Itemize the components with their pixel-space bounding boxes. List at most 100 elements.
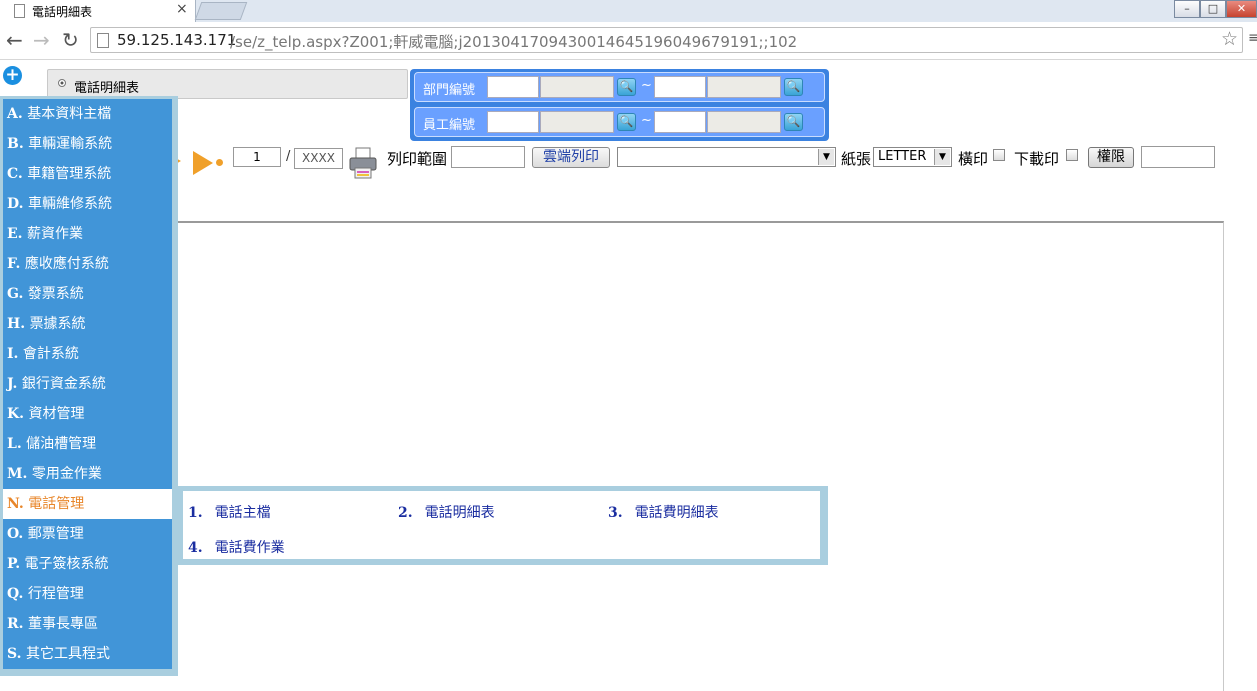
print-range-label: 列印範圍 <box>387 150 448 168</box>
download-print-label: 下載印 <box>1014 150 1060 168</box>
url-input[interactable]: 59.125.143.171 /se/z_telp.aspx?Z001;軒威電腦… <box>90 27 1243 53</box>
page-total: XXXX <box>294 148 343 169</box>
sidebar-item[interactable]: A. 基本資料主檔 <box>3 99 172 129</box>
submenu-list: 1. 電話主檔 2. 電話明細表 3. 電話費明細表 4. 電話費作業 <box>183 491 820 559</box>
close-icon[interactable]: × <box>176 1 188 17</box>
sidebar-item-key: E. <box>7 226 23 242</box>
window-close-button[interactable]: ✕ <box>1226 0 1257 18</box>
sidebar-item[interactable]: Q. 行程管理 <box>3 579 172 609</box>
emp-from-input[interactable] <box>487 111 539 133</box>
printer-icon[interactable] <box>348 146 378 180</box>
sidebar-item-label: 其它工具程式 <box>25 646 110 662</box>
sidebar-menu: A. 基本資料主檔 B. 車輛運輸系統 C. 車籍管理系統 D. 車輛維修系統 E. 薪… <box>0 96 178 676</box>
dept-from-input[interactable] <box>487 76 539 98</box>
sidebar-item-label: 零用金作業 <box>31 466 102 482</box>
sidebar-item[interactable]: E. 薪資作業 <box>3 219 172 249</box>
sidebar-item[interactable]: C. 車籍管理系統 <box>3 159 172 189</box>
landscape-checkbox[interactable] <box>993 149 1005 161</box>
sidebar-item-label: 車輛運輸系統 <box>28 136 113 152</box>
sidebar-item[interactable]: G. 發票系統 <box>3 279 172 309</box>
sidebar-item[interactable]: S. 其它工具程式 <box>3 639 172 669</box>
sidebar-item[interactable]: O. 郵票管理 <box>3 519 172 549</box>
emp-filter-row: 員工編號 🔍 ~ 🔍 <box>414 107 825 137</box>
tab-title: 電話明細表 <box>32 5 93 19</box>
sidebar-item[interactable]: K. 資材管理 <box>3 399 172 429</box>
print-range-input[interactable] <box>451 146 525 168</box>
search-icon[interactable]: 🔍 <box>617 78 636 96</box>
sidebar-item-label: 郵票管理 <box>27 526 84 542</box>
submenu-item-label: 電話費明細表 <box>634 505 719 521</box>
range-tilde: ~ <box>641 113 652 128</box>
next-page-arrow-icon[interactable] <box>193 151 213 175</box>
printer-select[interactable]: ▼ <box>617 147 836 167</box>
sidebar-item-label: 電子簽核系統 <box>24 556 109 572</box>
forward-arrow-icon[interactable]: → <box>33 28 50 52</box>
url-path: /se/z_telp.aspx?Z001;軒威電腦;j2013041709430… <box>230 33 798 51</box>
sidebar-item[interactable]: B. 車輛運輸系統 <box>3 129 172 159</box>
submenu-panel: 1. 電話主檔 2. 電話明細表 3. 電話費明細表 4. 電話費作業 <box>177 486 828 565</box>
last-page-dot-icon[interactable] <box>216 159 223 166</box>
submenu-item-label: 電話明細表 <box>424 505 495 521</box>
sidebar-item-label: 儲油槽管理 <box>26 436 97 452</box>
sidebar-item-key: C. <box>7 166 23 182</box>
document-icon <box>97 33 109 48</box>
reload-icon[interactable]: ↻ <box>62 28 79 52</box>
sidebar-item-key: L. <box>7 436 22 452</box>
back-arrow-icon[interactable]: ← <box>6 28 23 52</box>
sidebar-item[interactable]: H. 票據系統 <box>3 309 172 339</box>
sidebar-item[interactable]: D. 車輛維修系統 <box>3 189 172 219</box>
sidebar-item-key: R. <box>7 616 24 632</box>
sidebar-item-label: 發票系統 <box>27 286 84 302</box>
page-title-panel: 電話明細表 <box>47 69 408 99</box>
maximize-button[interactable]: □ <box>1200 0 1226 18</box>
sidebar-item[interactable]: M. 零用金作業 <box>3 459 172 489</box>
sidebar-item[interactable]: N. 電話管理 <box>3 489 172 519</box>
sidebar-item[interactable]: P. 電子簽核系統 <box>3 549 172 579</box>
cloud-print-button[interactable]: 雲端列印 <box>532 147 610 168</box>
chevron-down-icon: ▼ <box>934 149 950 165</box>
sidebar-item-key: G. <box>7 286 24 302</box>
dept-to-input[interactable] <box>654 76 706 98</box>
permission-input[interactable] <box>1141 146 1215 168</box>
add-icon[interactable]: + <box>3 66 22 85</box>
browser-tab[interactable]: 電話明細表 × <box>0 0 196 22</box>
paper-select[interactable]: LETTER ▼ <box>873 147 952 167</box>
page-number-input[interactable]: 1 <box>233 147 281 167</box>
permission-button[interactable]: 權限 <box>1088 147 1134 168</box>
browser-menu-icon[interactable]: ≡ <box>1248 30 1257 46</box>
sidebar-item-label: 車輛維修系統 <box>27 196 112 212</box>
search-icon[interactable]: 🔍 <box>784 78 803 96</box>
sidebar-item-key: N. <box>7 496 24 512</box>
sidebar-item-key: H. <box>7 316 26 332</box>
submenu-item-phone-master[interactable]: 1. 電話主檔 <box>188 502 271 522</box>
sidebar-item-key: M. <box>7 466 28 482</box>
sidebar-item[interactable]: R. 董事長專區 <box>3 609 172 639</box>
submenu-item-number: 3. <box>608 505 623 521</box>
download-print-checkbox[interactable] <box>1066 149 1078 161</box>
sidebar-item-label: 應收應付系統 <box>24 256 109 272</box>
sidebar-item-label: 電話管理 <box>28 496 85 512</box>
sidebar-item[interactable]: I. 會計系統 <box>3 339 172 369</box>
submenu-item-phone-fee-ops[interactable]: 4. 電話費作業 <box>188 537 285 557</box>
sidebar-item[interactable]: L. 儲油槽管理 <box>3 429 172 459</box>
sidebar-item[interactable]: F. 應收應付系統 <box>3 249 172 279</box>
paper-label: 紙張 <box>841 150 872 168</box>
sidebar-item-label: 資材管理 <box>28 406 85 422</box>
bullet-icon <box>58 79 66 87</box>
sidebar-item[interactable]: J. 銀行資金系統 <box>3 369 172 399</box>
address-bar: ← → ↻ 59.125.143.171 /se/z_telp.aspx?Z00… <box>0 22 1257 60</box>
dept-from-name <box>540 76 614 98</box>
sidebar-item-key: B. <box>7 136 24 152</box>
bookmark-star-icon[interactable]: ☆ <box>1221 28 1238 50</box>
new-tab-button[interactable] <box>194 2 248 20</box>
sidebar-item-label: 基本資料主檔 <box>27 106 112 122</box>
search-icon[interactable]: 🔍 <box>617 113 636 131</box>
page-title: 電話明細表 <box>74 81 140 96</box>
emp-to-input[interactable] <box>654 111 706 133</box>
chevron-down-icon: ▼ <box>818 149 834 165</box>
submenu-item-phone-detail[interactable]: 2. 電話明細表 <box>398 502 495 522</box>
search-icon[interactable]: 🔍 <box>784 113 803 131</box>
submenu-item-phone-fee-detail[interactable]: 3. 電話費明細表 <box>608 502 719 522</box>
minimize-button[interactable]: – <box>1174 0 1200 18</box>
emp-label: 員工編號 <box>423 118 476 133</box>
